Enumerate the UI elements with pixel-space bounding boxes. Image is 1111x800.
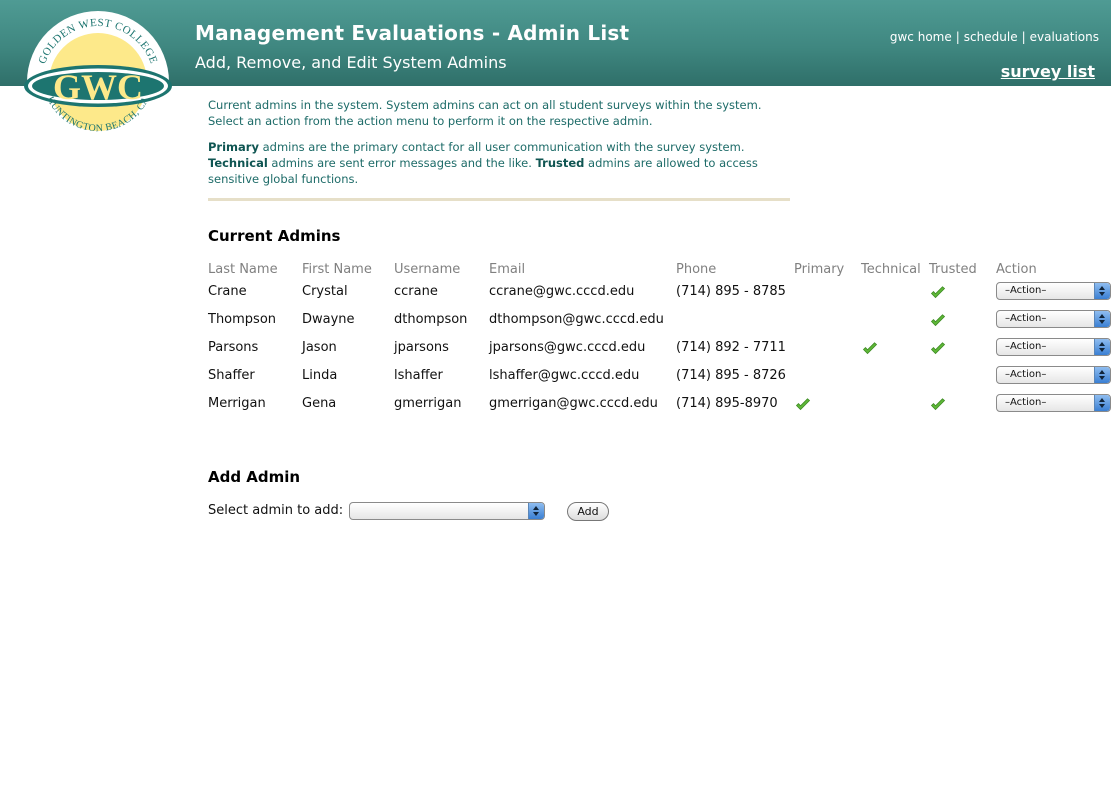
column-header-last-name: Last Name: [208, 262, 278, 277]
cell-username: gmerrigan: [394, 396, 462, 411]
column-header-technical: Technical: [861, 262, 921, 277]
cell-email: ccrane@gwc.cccd.edu: [489, 284, 635, 299]
add-admin-title: Add Admin: [208, 468, 301, 486]
cell-email: gmerrigan@gwc.cccd.edu: [489, 396, 658, 411]
cell-phone: (714) 895 - 8726: [676, 368, 786, 383]
top-nav: gwc home | schedule | evaluations: [890, 30, 1099, 44]
cell-first-name: Dwayne: [302, 312, 355, 327]
cell-email: dthompson@gwc.cccd.edu: [489, 312, 664, 327]
gwc-home-link[interactable]: gwc home: [890, 30, 952, 44]
column-header-first-name: First Name: [302, 262, 372, 277]
action-select[interactable]: –Action–: [996, 310, 1111, 328]
technical-check-icon: [862, 341, 878, 355]
cell-last-name: Parsons: [208, 340, 259, 355]
cell-last-name: Crane: [208, 284, 247, 299]
action-select-value: –Action–: [1005, 397, 1047, 408]
column-header-username: Username: [394, 262, 461, 277]
trusted-check-icon: [930, 397, 946, 411]
trusted-check-icon: [930, 341, 946, 355]
column-header-action: Action: [996, 262, 1037, 277]
action-select[interactable]: –Action–: [996, 282, 1111, 300]
cell-last-name: Thompson: [208, 312, 277, 327]
nav-separator: |: [955, 30, 960, 44]
role-description: Primary admins are the primary contact f…: [208, 140, 758, 186]
action-select-value: –Action–: [1005, 285, 1047, 296]
cell-username: jparsons: [394, 340, 449, 355]
cell-first-name: Gena: [302, 396, 337, 411]
intro-description: Current admins in the system. System adm…: [208, 98, 762, 128]
column-header-email: Email: [489, 262, 526, 277]
cell-username: dthompson: [394, 312, 468, 327]
add-admin-select[interactable]: [349, 502, 545, 520]
action-select-value: –Action–: [1005, 313, 1047, 324]
action-select[interactable]: –Action–: [996, 394, 1111, 412]
trusted-term: Trusted: [535, 156, 585, 170]
cell-username: lshaffer: [394, 368, 443, 383]
trusted-check-icon: [930, 285, 946, 299]
action-select-value: –Action–: [1005, 341, 1047, 352]
nav-separator: |: [1021, 30, 1026, 44]
section-divider: [208, 198, 790, 201]
add-admin-label: Select admin to add:: [208, 503, 344, 518]
select-arrows-icon: [1094, 311, 1110, 327]
trusted-check-icon: [930, 313, 946, 327]
cell-email: jparsons@gwc.cccd.edu: [489, 340, 646, 355]
action-select-value: –Action–: [1005, 369, 1047, 380]
select-arrows-icon: [1094, 395, 1110, 411]
select-arrows-icon: [1094, 367, 1110, 383]
survey-list-link[interactable]: survey list: [1001, 62, 1095, 81]
cell-first-name: Crystal: [302, 284, 348, 299]
current-admins-title: Current Admins: [208, 227, 341, 245]
page-title: Management Evaluations - Admin List: [195, 21, 630, 45]
cell-last-name: Merrigan: [208, 396, 266, 411]
intro-text: Current admins in the system. System adm…: [208, 97, 798, 197]
schedule-link[interactable]: schedule: [964, 30, 1018, 44]
select-arrows-icon: [1094, 283, 1110, 299]
page-subtitle: Add, Remove, and Edit System Admins: [195, 53, 507, 72]
primary-check-icon: [795, 397, 811, 411]
technical-term: Technical: [208, 156, 268, 170]
cell-first-name: Jason: [302, 340, 337, 355]
evaluations-link[interactable]: evaluations: [1030, 30, 1099, 44]
action-select[interactable]: –Action–: [996, 338, 1111, 356]
select-arrows-icon: [1094, 339, 1110, 355]
cell-last-name: Shaffer: [208, 368, 255, 383]
primary-term: Primary: [208, 140, 259, 154]
cell-first-name: Linda: [302, 368, 338, 383]
cell-phone: (714) 895 - 8785: [676, 284, 786, 299]
column-header-phone: Phone: [676, 262, 717, 277]
cell-phone: (714) 895-8970: [676, 396, 778, 411]
cell-phone: (714) 892 - 7711: [676, 340, 786, 355]
cell-username: ccrane: [394, 284, 438, 299]
action-select[interactable]: –Action–: [996, 366, 1111, 384]
select-arrows-icon: [528, 503, 544, 519]
add-admin-button[interactable]: Add: [567, 502, 609, 521]
logo-mark: GWC: [53, 67, 143, 107]
cell-email: lshaffer@gwc.cccd.edu: [489, 368, 640, 383]
gwc-logo[interactable]: GWC GOLDEN WEST COLLEGE HUNTINGTON BEACH…: [20, 10, 176, 155]
column-header-trusted: Trusted: [929, 262, 977, 277]
column-header-primary: Primary: [794, 262, 845, 277]
